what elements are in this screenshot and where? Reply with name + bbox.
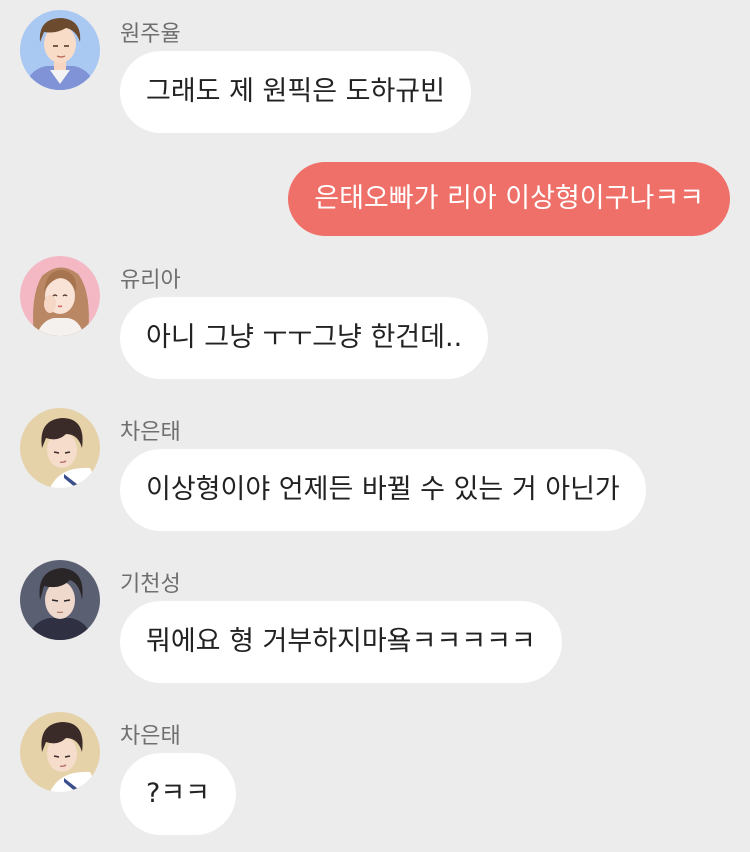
ria-avatar[interactable] (20, 256, 100, 336)
juyul-avatar[interactable] (20, 10, 100, 90)
sender-name: 차은태 (120, 420, 181, 445)
sender-name: 유리아 (120, 268, 181, 293)
euntae-avatar[interactable] (20, 712, 100, 792)
message-bubble[interactable]: ?ㅋㅋ (120, 753, 237, 835)
message-bubble[interactable]: 뭐에요 형 거부하지마욬ㅋㅋㅋㅋㅋ (120, 601, 562, 683)
sender-name: 원주율 (120, 22, 181, 47)
sender-name: 차은태 (120, 724, 181, 749)
message-outgoing: 은태오빠가 리아 이상형이구나ㅋㅋ (288, 162, 730, 236)
message-bubble[interactable]: 이상형이야 언제든 바뀔 수 있는 거 아닌가 (120, 449, 646, 531)
euntae-avatar[interactable] (20, 408, 100, 488)
sender-name: 기천성 (120, 572, 181, 597)
message-bubble[interactable]: 아니 그냥 ㅜㅜ그냥 한건데.. (120, 297, 489, 379)
message-bubble[interactable]: 그래도 제 원픽은 도하규빈 (120, 51, 471, 133)
cheonseong-avatar[interactable] (20, 560, 100, 640)
chat-thread: 원주율 그래도 제 원픽은 도하규빈 은태오빠가 리아 이상형이구나ㅋㅋ 유리아… (0, 0, 750, 852)
message-bubble-outgoing[interactable]: 은태오빠가 리아 이상형이구나ㅋㅋ (288, 162, 730, 236)
